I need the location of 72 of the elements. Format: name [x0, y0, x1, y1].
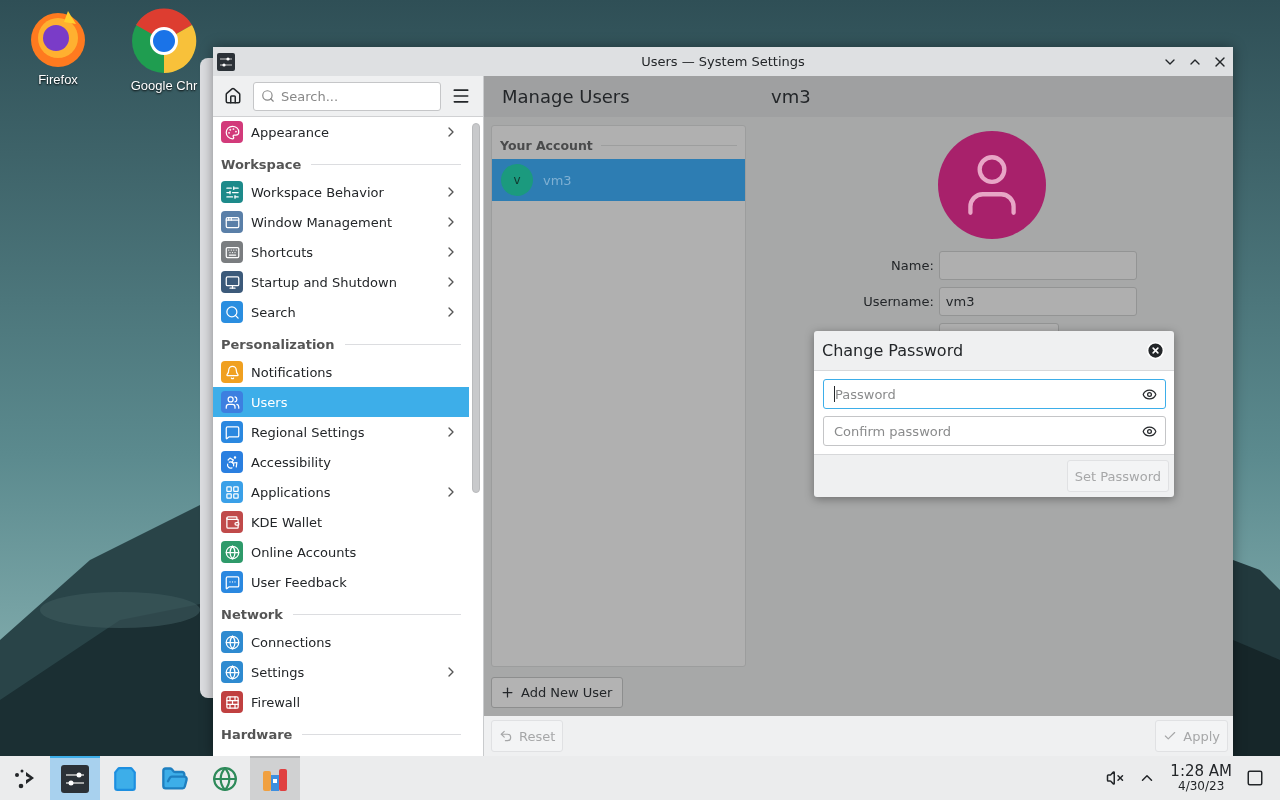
- muted-speaker-icon[interactable]: [1106, 769, 1125, 787]
- search-icon: [221, 301, 243, 323]
- sidebar-item[interactable]: Settings: [213, 657, 469, 687]
- sidebar-item[interactable]: User Feedback: [213, 567, 469, 597]
- user-title: vm3: [771, 86, 812, 107]
- window-title: Users — System Settings: [641, 54, 805, 69]
- user-avatar: v: [501, 164, 533, 196]
- taskbar-item[interactable]: [50, 756, 100, 800]
- globe-icon: [212, 766, 238, 792]
- sliders-icon: [221, 181, 243, 203]
- check-icon: [1163, 729, 1178, 743]
- menu-icon: [451, 86, 471, 106]
- password-field[interactable]: Password: [823, 379, 1166, 409]
- globe-icon: [221, 631, 243, 653]
- desktop-icon-label[interactable]: Firefox: [38, 72, 78, 87]
- sidebar-item[interactable]: Search: [213, 297, 469, 327]
- section-header: Personalization: [221, 336, 335, 352]
- palette-icon: [221, 121, 243, 143]
- sidebar-item[interactable]: Connections: [213, 627, 469, 657]
- window-icon: [221, 211, 243, 233]
- sidebar-item[interactable]: Firewall: [213, 687, 469, 717]
- show-desktop-icon[interactable]: [1246, 769, 1264, 787]
- sidebar-item[interactable]: Shortcuts: [213, 237, 469, 267]
- sidebar-item[interactable]: Workspace Behavior: [213, 177, 469, 207]
- field-label: Username:: [863, 294, 934, 309]
- eye-icon[interactable]: [1142, 423, 1157, 439]
- clock[interactable]: 1:28 AM 4/30/23: [1170, 763, 1232, 793]
- sliders-icon: [217, 52, 235, 71]
- section-header: Hardware: [221, 726, 293, 742]
- user-row[interactable]: v vm3: [492, 159, 745, 201]
- sidebar-item[interactable]: Startup and Shutdown: [213, 267, 469, 297]
- undo-icon: [499, 729, 513, 743]
- sidebar-item[interactable]: Regional Settings: [213, 417, 469, 447]
- close-icon[interactable]: [1146, 341, 1165, 360]
- grid-icon: [221, 481, 243, 503]
- globe-icon: [221, 661, 243, 683]
- user-name: vm3: [543, 172, 572, 188]
- bell-icon: [221, 361, 243, 383]
- password-field[interactable]: Confirm password: [823, 416, 1166, 446]
- page-title: Manage Users: [502, 86, 631, 107]
- wallet-icon: [221, 511, 243, 533]
- input-field[interactable]: vm3: [938, 287, 1137, 316]
- keyboard-icon: [221, 241, 243, 263]
- section-header: Workspace: [221, 156, 302, 172]
- add-user-button[interactable]: Add New User: [491, 677, 624, 708]
- accessibility-icon: [221, 451, 243, 473]
- desktop-icon-label[interactable]: Google Chr: [130, 78, 198, 93]
- eye-icon[interactable]: [1142, 386, 1157, 402]
- brick-wall-icon: [221, 691, 243, 713]
- plus-icon: [500, 685, 515, 700]
- sidebar-item[interactable]: Notifications: [213, 357, 469, 387]
- sidebar-item[interactable]: KDE Wallet: [213, 507, 469, 537]
- search-icon: [261, 89, 275, 103]
- speech-bubble-icon: [221, 571, 243, 593]
- home-icon: [224, 87, 242, 105]
- section-header: Your Account: [500, 138, 593, 153]
- dialog-title: Change Password: [822, 341, 964, 360]
- sidebar-item[interactable]: Window Management: [213, 207, 469, 237]
- sidebar-item[interactable]: Accessibility: [213, 447, 469, 477]
- search-field[interactable]: Search...: [253, 81, 441, 111]
- section-header: Network: [221, 606, 283, 622]
- sidebar-item[interactable]: Applications: [213, 477, 469, 507]
- chrome-logo-icon[interactable]: [131, 8, 197, 74]
- sliders-icon: [61, 765, 89, 793]
- field-label: Name:: [890, 258, 934, 273]
- sidebar-item[interactable]: Appearance: [213, 117, 469, 147]
- speech-bubble-icon: [221, 421, 243, 443]
- input-field[interactable]: [938, 251, 1137, 280]
- users-icon: [221, 391, 243, 413]
- sidebar-item[interactable]: Online Accounts: [213, 537, 469, 567]
- monitor-icon: [221, 271, 243, 293]
- globe-icon: [221, 541, 243, 563]
